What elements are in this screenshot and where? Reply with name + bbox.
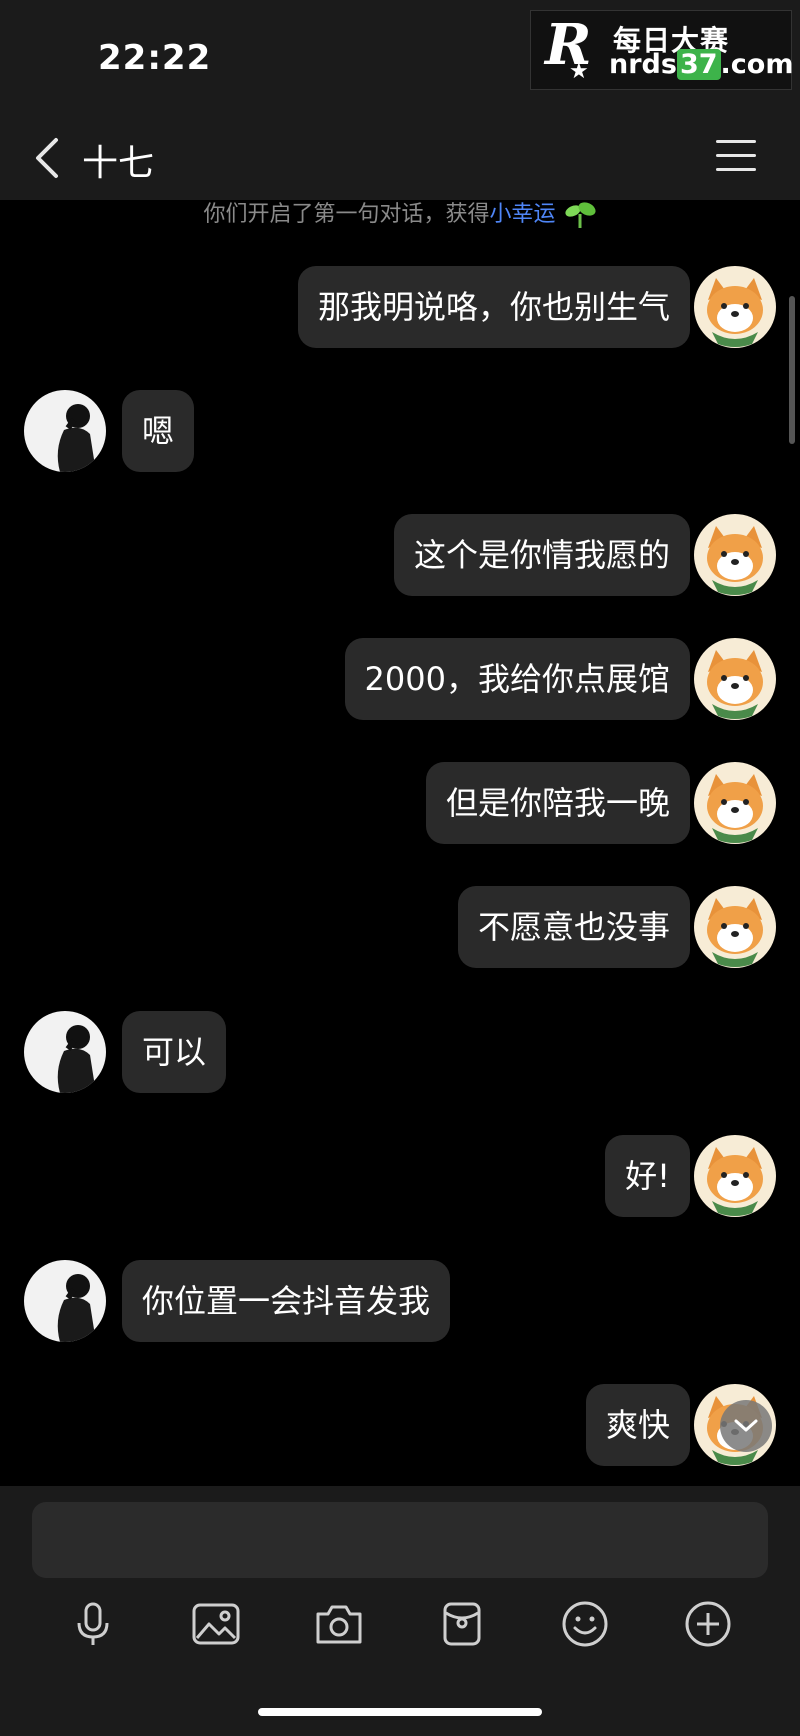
message-row: 你位置一会抖音发我 (122, 1260, 451, 1342)
plus-icon (685, 1601, 731, 1647)
status-time: 22:22 (98, 38, 212, 78)
message-row: 好! (605, 1135, 690, 1217)
camera-button[interactable] (311, 1596, 367, 1652)
my-avatar[interactable] (694, 1135, 776, 1217)
message-row: 但是你陪我一晚 (425, 762, 690, 844)
message-bubble[interactable]: 2000，我给你点展馆 (344, 638, 690, 720)
chevron-down-icon (734, 1419, 758, 1432)
menu-button[interactable] (716, 140, 756, 176)
message-row: 不愿意也没事 (457, 886, 690, 968)
shiba-dog-icon (707, 1147, 763, 1216)
message-bubble[interactable]: 可以 (122, 1011, 227, 1093)
image-icon (192, 1603, 240, 1645)
sprout-icon (564, 202, 596, 228)
image-button[interactable] (188, 1596, 244, 1652)
message-bubble[interactable]: 爽快 (585, 1384, 690, 1466)
hamburger-icon (716, 140, 756, 171)
composer-bar (0, 1486, 800, 1736)
notice-highlight[interactable]: 小幸运 (490, 202, 556, 227)
contact-avatar[interactable] (24, 1260, 106, 1342)
chevron-left-icon (36, 138, 58, 178)
message-row: 嗯 (122, 390, 195, 472)
my-avatar[interactable] (694, 886, 776, 968)
shiba-dog-icon (707, 278, 763, 347)
system-notice: 你们开启了第一句对话，获得小幸运 (0, 196, 800, 230)
silhouette-icon (57, 404, 96, 472)
silhouette-icon (57, 1025, 96, 1093)
more-button[interactable] (680, 1596, 736, 1652)
back-button[interactable] (26, 132, 72, 184)
watermark-url: nrds 37 .com (609, 49, 794, 80)
message-row: 那我明说咯，你也别生气 (297, 266, 690, 348)
message-row: 2000，我给你点展馆 (344, 638, 690, 720)
message-bubble[interactable]: 这个是你情我愿的 (393, 514, 690, 596)
message-row: 这个是你情我愿的 (393, 514, 690, 596)
voice-button[interactable] (65, 1596, 121, 1652)
message-row: 可以 (122, 1011, 227, 1093)
contact-avatar[interactable] (24, 390, 106, 472)
scroll-to-bottom-button[interactable] (720, 1400, 772, 1452)
contact-avatar[interactable] (24, 1011, 106, 1093)
microphone-icon (77, 1602, 109, 1645)
emoji-icon (562, 1601, 608, 1647)
star-icon: ★ (569, 59, 589, 84)
message-bubble[interactable]: 嗯 (122, 390, 195, 472)
silhouette-icon (57, 1274, 96, 1342)
my-avatar[interactable] (694, 638, 776, 720)
chat-title: 十七 (82, 143, 155, 184)
message-bubble[interactable]: 你位置一会抖音发我 (122, 1260, 451, 1342)
message-bubble[interactable]: 好! (605, 1135, 690, 1217)
message-row: 爽快 (585, 1384, 690, 1466)
shiba-dog-icon (707, 898, 763, 967)
red-packet-icon (443, 1602, 481, 1646)
camera-icon (316, 1605, 362, 1644)
chat-header: 十七 (0, 118, 800, 200)
home-indicator[interactable] (258, 1708, 542, 1716)
shiba-dog-icon (707, 774, 763, 843)
shiba-dog-icon (707, 650, 763, 719)
watermark: R ★ 每日大赛 nrds 37 .com (530, 10, 794, 90)
my-avatar[interactable] (694, 514, 776, 596)
my-avatar[interactable] (694, 762, 776, 844)
message-bubble[interactable]: 但是你陪我一晚 (425, 762, 690, 844)
shiba-dog-icon (707, 526, 763, 595)
my-avatar[interactable] (694, 266, 776, 348)
message-bubble[interactable]: 不愿意也没事 (457, 886, 690, 968)
emoji-button[interactable] (557, 1596, 613, 1652)
scrollbar[interactable] (789, 296, 795, 444)
status-bar: 22:22 R ★ 每日大赛 nrds 37 .com (0, 0, 800, 118)
message-input[interactable] (32, 1502, 768, 1578)
red-packet-button[interactable] (434, 1596, 490, 1652)
message-bubble[interactable]: 那我明说咯，你也别生气 (297, 266, 690, 348)
